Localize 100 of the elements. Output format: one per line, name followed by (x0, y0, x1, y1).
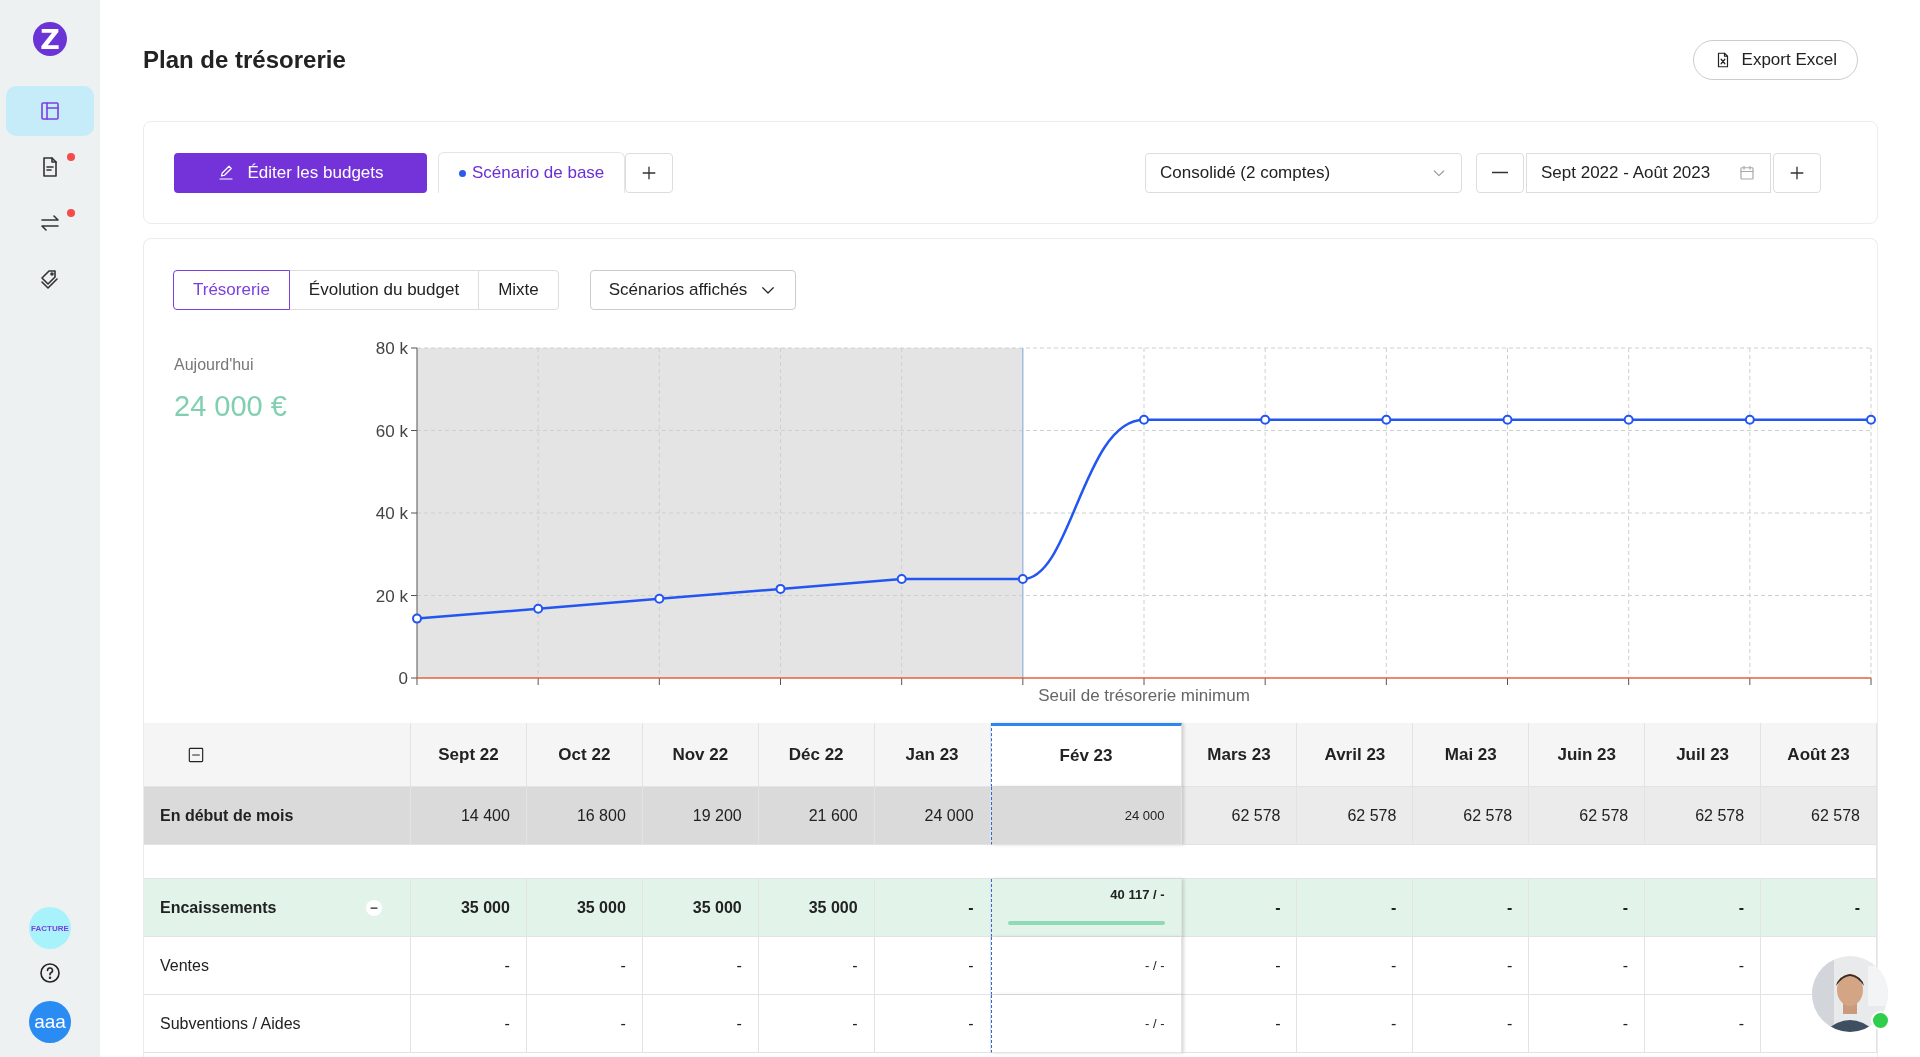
row-label: En début de mois (160, 806, 294, 825)
scenarios-dropdown[interactable]: Scénarios affichés (589, 270, 797, 310)
data-point (654, 593, 665, 604)
cell-value: - (620, 1014, 626, 1033)
y-tick-label: 80 k (375, 342, 408, 358)
month-header[interactable]: Oct 22 (526, 723, 643, 787)
export-button[interactable]: Export Excel (1692, 40, 1858, 80)
month-header[interactable]: Août 23 (1761, 723, 1877, 787)
cell-value: - (1738, 1014, 1745, 1033)
cell-value: - (736, 1014, 742, 1033)
account-select[interactable]: Consolidé (2 comptes) (1145, 152, 1462, 193)
cell-value: 14 400 (460, 806, 510, 825)
invoice-badge[interactable]: FACTURE (29, 907, 71, 949)
cell-value: 40 117 / - (1110, 887, 1165, 902)
cell-value: - (1275, 956, 1281, 975)
row-label: Ventes (160, 956, 209, 975)
app-logo[interactable]: Z (33, 22, 67, 56)
cell-value: 62 578 (1463, 806, 1513, 825)
cell-value: - (504, 956, 510, 975)
data-point (1381, 414, 1392, 425)
cell-value: - (1506, 956, 1513, 975)
data-point (1139, 414, 1149, 425)
view-tab[interactable]: Mixte (478, 270, 559, 310)
data-point (1017, 574, 1028, 584)
data-point (775, 583, 786, 594)
data-point (533, 603, 544, 614)
cell-value: - (1506, 1014, 1513, 1033)
cell-value: - (1622, 898, 1629, 917)
month-header[interactable]: Avril 23 (1297, 723, 1414, 787)
cell-value: 24 000 (1124, 808, 1165, 823)
cell-value: - (620, 956, 626, 975)
minus-icon (1492, 171, 1508, 174)
cell-value: 35 000 (576, 898, 626, 917)
month-header[interactable]: Mars 23 (1181, 723, 1298, 787)
data-point (1260, 414, 1271, 425)
cell-value: - (504, 1014, 510, 1033)
cell-value: 62 578 (1695, 806, 1745, 825)
row-label: Subventions / Aides (160, 1014, 301, 1033)
layout-icon (38, 99, 62, 123)
edit-budgets-button[interactable]: Éditer les budgets (174, 152, 427, 193)
data-point (896, 574, 907, 584)
data-point (412, 613, 422, 624)
data-point (1744, 414, 1755, 425)
month-header[interactable]: Nov 22 (642, 723, 759, 787)
y-tick-label: 20 k (375, 586, 408, 606)
cell-value: - (1506, 898, 1513, 917)
period-field[interactable]: Sept 2022 - Août 2023 (1526, 152, 1771, 193)
cell-value: 24 000 (924, 806, 974, 825)
help-icon[interactable] (38, 961, 62, 985)
y-tick-label: 40 k (375, 504, 408, 523)
cell-value: - (968, 1014, 974, 1033)
cell-value: - (1738, 898, 1745, 917)
threshold-label: Seuil de trésorerie minimum (1038, 686, 1250, 705)
cell-value: - (1738, 956, 1745, 975)
month-header[interactable]: Juin 23 (1529, 723, 1646, 787)
cell-value: 21 600 (808, 806, 858, 825)
cell-value: 16 800 (576, 806, 626, 825)
cell-value: 35 000 (460, 898, 510, 917)
view-tab[interactable]: Trésorerie (173, 270, 290, 310)
cell-value: 35 000 (692, 898, 742, 917)
y-tick-label: 0 (398, 669, 408, 688)
row-label: Encaissements (160, 898, 277, 917)
cell-value: - (1854, 898, 1860, 917)
cell-value: - / - (1145, 958, 1165, 973)
cell-value: - (968, 956, 974, 975)
cell-value: - (1275, 1014, 1281, 1033)
cell-value: - (736, 956, 742, 975)
month-header[interactable]: Déc 22 (758, 723, 875, 787)
cell-value: 62 578 (1811, 806, 1860, 825)
cell-value: - (852, 956, 858, 975)
cell-value: 62 578 (1347, 806, 1397, 825)
cell-value: - (1391, 1014, 1397, 1033)
y-tick-label: 60 k (375, 421, 408, 441)
data-point (1623, 414, 1634, 425)
month-header[interactable]: Sept 22 (411, 723, 527, 787)
month-header[interactable]: Jan 23 (874, 723, 991, 787)
data-point (1502, 414, 1513, 425)
cell-value: 19 200 (692, 806, 742, 825)
month-header[interactable]: Juil 23 (1645, 723, 1762, 787)
cell-value: - / - (1145, 1016, 1165, 1031)
cell-value: 35 000 (808, 898, 858, 917)
next-period-button[interactable] (1773, 152, 1821, 193)
scenario-tab[interactable]: Scénario de base (438, 152, 626, 193)
month-header[interactable]: Mai 23 (1413, 723, 1530, 787)
cell-value: 62 578 (1579, 806, 1629, 825)
cell-value: - (852, 1014, 858, 1033)
today-balance: 24 000 € (174, 390, 288, 423)
cell-value: - (1622, 1014, 1629, 1033)
add-scenario-button[interactable] (625, 152, 674, 193)
page-title: Plan de trésorerie (143, 46, 346, 74)
today-label: Aujourd'hui (174, 356, 255, 374)
calendar-icon (1738, 163, 1756, 182)
view-tab[interactable]: Évolution du budget (288, 270, 480, 310)
cell-value: - (1391, 898, 1397, 917)
cell-value: - (1275, 898, 1281, 917)
nav-item[interactable] (6, 86, 94, 136)
cell-value: 62 578 (1231, 806, 1281, 825)
cell-value: - (1622, 956, 1629, 975)
collapse-button[interactable] (366, 899, 382, 916)
month-header[interactable]: Fév 23 (990, 723, 1182, 787)
